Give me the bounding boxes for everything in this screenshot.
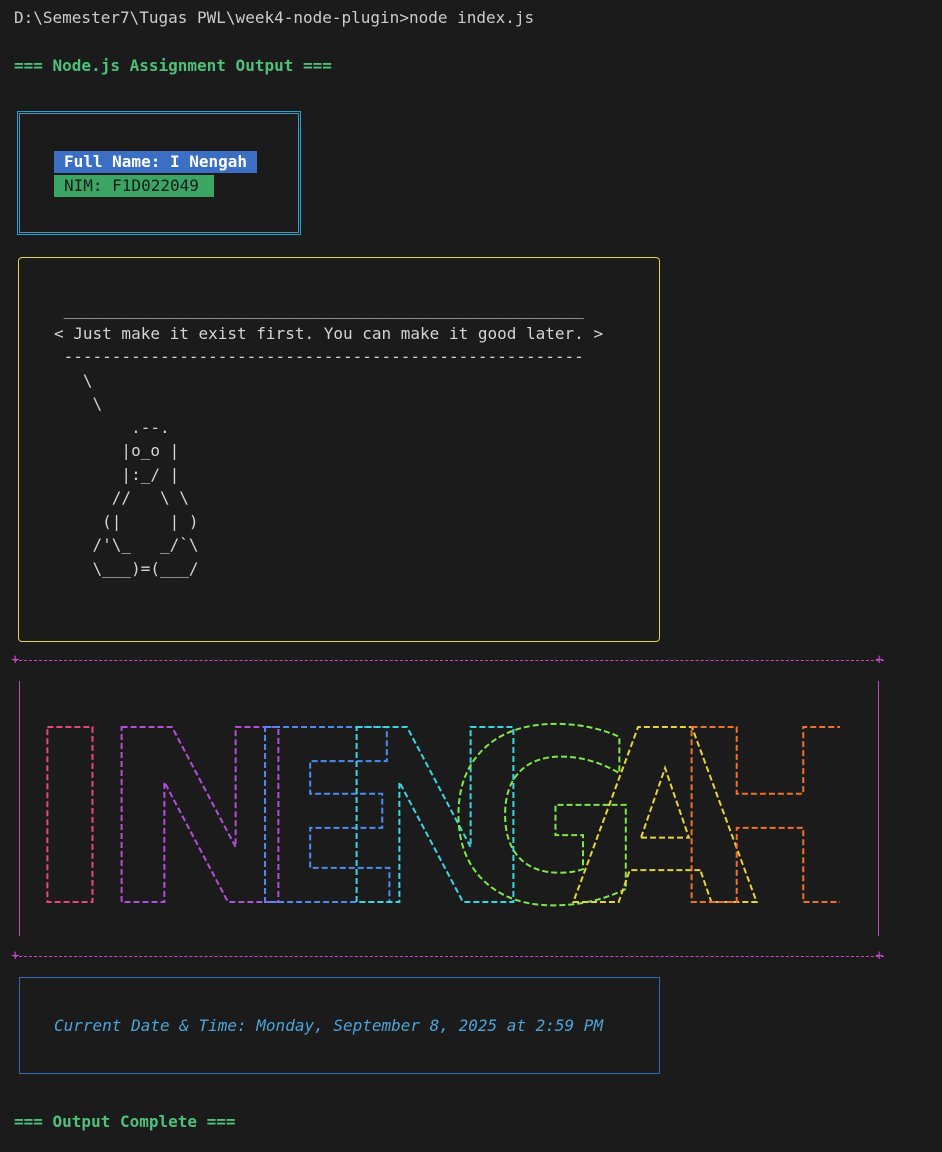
output-footer: === Output Complete ===: [14, 1112, 236, 1131]
datetime-text: Current Date & Time: Monday, September 8…: [54, 1016, 604, 1035]
output-header: === Node.js Assignment Output ===: [14, 56, 332, 75]
banner-corner-bottom-right: +: [875, 948, 884, 964]
identity-box: [17, 111, 301, 235]
nim-badge: NIM: F1D022049: [54, 175, 214, 197]
banner-letter: H: [670, 690, 840, 920]
banner-corner-top-left: +: [11, 652, 20, 668]
cowsay-art: ________________________________________…: [54, 300, 604, 578]
command-prompt-line: D:\Semester7\Tugas PWL\week4-node-plugin…: [14, 8, 535, 27]
name-ascii-banner: INENGAH: [40, 690, 840, 920]
banner-corner-top-right: +: [875, 652, 884, 668]
banner-corner-bottom-left: +: [11, 948, 20, 964]
full-name-badge: Full Name: I Nengah: [54, 151, 258, 173]
